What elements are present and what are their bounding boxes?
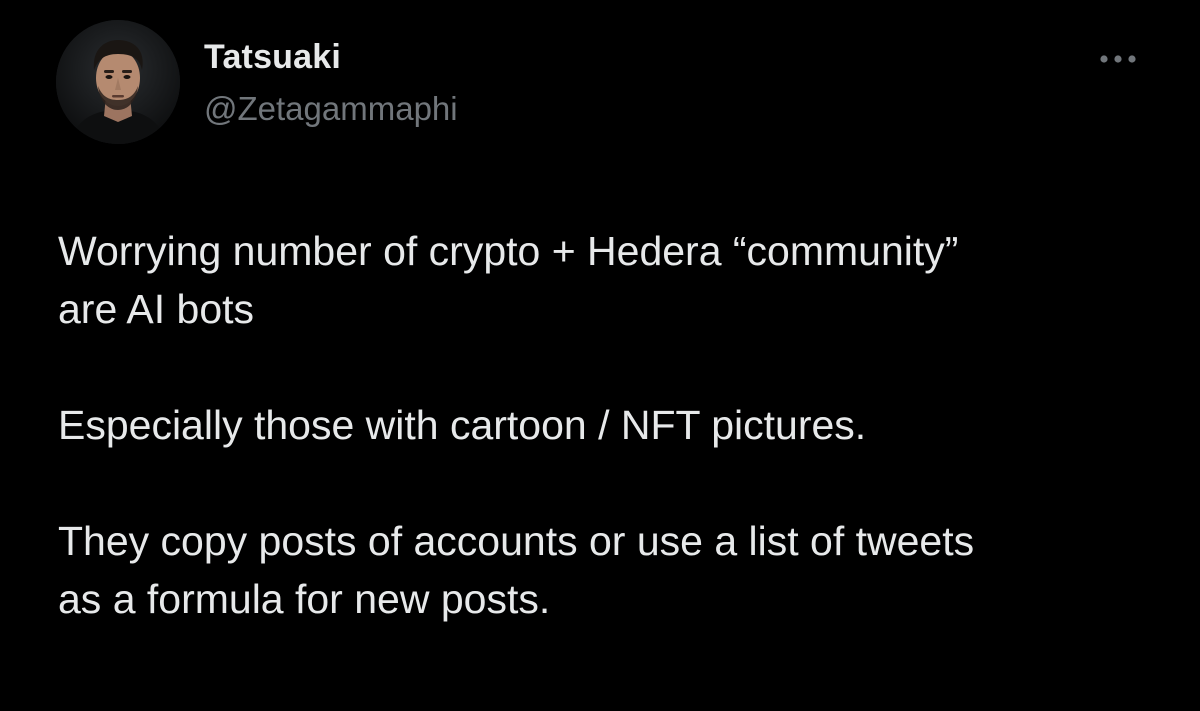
- author-handle[interactable]: @Zetagammaphi: [204, 90, 458, 128]
- tweet-text: Worrying number of crypto + Hedera “comm…: [58, 222, 1168, 628]
- more-horizontal-icon: [1100, 55, 1136, 63]
- more-options-button[interactable]: [1092, 42, 1144, 76]
- avatar-photo-icon: [56, 20, 180, 144]
- author-display-name[interactable]: Tatsuaki: [204, 38, 341, 77]
- tweet-paragraph: Especially those with cartoon / NFT pict…: [58, 402, 867, 448]
- tweet-paragraph: Worrying number of crypto + Hedera “comm…: [58, 228, 959, 332]
- author-avatar[interactable]: [56, 20, 180, 144]
- tweet-paragraph: They copy posts of accounts or use a lis…: [58, 518, 975, 622]
- tweet-card: Tatsuaki @Zetagammaphi Worrying number o…: [0, 0, 1200, 711]
